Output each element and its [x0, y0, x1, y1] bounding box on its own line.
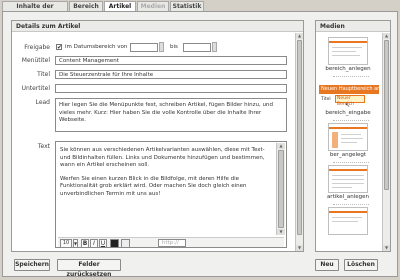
details-scroll-up-icon[interactable]: ▲ — [296, 33, 303, 39]
text-editor-content[interactable]: Sie können aus verschiedenen Artikelvari… — [60, 147, 274, 225]
thumb-line — [332, 47, 362, 48]
media-scrollbar[interactable]: ▲ ▼ — [382, 33, 390, 251]
media-scroll-thumb[interactable] — [384, 40, 389, 190]
media-panel-title: Medien — [316, 21, 390, 32]
font-size-dropdown-icon[interactable]: ▼ — [73, 239, 78, 247]
media-item-2[interactable]: Neuen Hauptbereich an Titel Neuer Bereic… — [319, 79, 379, 123]
tab-medien: Medien — [137, 1, 169, 11]
untertitel-label: Untertitel — [21, 85, 50, 92]
main-frame: Details zum Artikel Freigabe ✔ im Datums… — [2, 11, 398, 278]
lead-label: Lead — [35, 99, 50, 106]
media-list: bereich_anlegen Neuen Hauptbereich an Ti… — [319, 35, 379, 249]
tab-inhalte-der-webseite[interactable]: Inhalte der Webseite — [2, 1, 68, 20]
details-panel-title: Details zum Artikel — [12, 21, 303, 32]
text-toolbar: 10 ▼ B I U http:// — [58, 237, 284, 247]
details-scroll-down-icon[interactable]: ▼ — [296, 245, 303, 251]
media-item-label: bereich_eingabe — [325, 110, 371, 116]
tooltip-heading: Neuen Hauptbereich an — [319, 85, 379, 94]
thumb-line — [332, 183, 364, 184]
thumb-line — [341, 142, 357, 143]
text-color-button[interactable] — [110, 239, 119, 247]
date-to-input[interactable] — [183, 43, 211, 52]
tooltip-title-label: Titel — [321, 97, 331, 102]
media-thumbnail[interactable] — [328, 123, 368, 151]
bis-label: bis — [170, 44, 178, 50]
date-from-calendar-icon[interactable] — [159, 42, 164, 52]
media-panel: Medien bereich_anlegen Neuen Hauptbereic… — [315, 20, 391, 252]
bold-button[interactable]: B — [81, 239, 89, 247]
thumb-line — [332, 51, 356, 52]
italic-button[interactable]: I — [90, 239, 98, 247]
media-item-label: artikel_anlegen — [326, 194, 370, 200]
thumb-sidebar — [332, 132, 338, 148]
thumb-accent-bar — [329, 41, 367, 43]
cursor-icon: ↖ — [345, 102, 351, 109]
lead-text: Hier legen Sie die Menüpunkte fest, schr… — [59, 102, 273, 123]
thumb-line — [332, 179, 364, 180]
media-item-label: ber_angelegt — [329, 152, 367, 158]
thumb-accent-bar — [329, 127, 367, 129]
thumb-line — [332, 55, 360, 56]
details-panel: Details zum Artikel Freigabe ✔ im Datums… — [11, 20, 304, 252]
underline-button[interactable]: U — [99, 239, 107, 247]
scroll-up-icon[interactable]: ▲ — [277, 143, 285, 149]
delete-button[interactable]: Löschen — [344, 259, 378, 271]
save-button[interactable]: Speichern — [14, 259, 50, 271]
text-editor: Sie können aus verschiedenen Artikelvari… — [55, 141, 287, 248]
thumb-line — [332, 187, 352, 188]
thumb-line — [341, 138, 363, 139]
media-item-label: bereich_anlegen — [325, 66, 371, 72]
media-separator — [333, 120, 369, 121]
media-thumbnail[interactable] — [328, 165, 368, 193]
titel-label: Titel — [37, 71, 50, 78]
freigabe-checkbox[interactable]: ✔ — [56, 44, 62, 51]
details-scrollbar[interactable]: ▲ ▼ — [295, 33, 303, 251]
link-icon[interactable] — [121, 239, 130, 247]
thumb-line — [341, 134, 361, 135]
freigabe-label: Freigabe — [24, 44, 50, 51]
thumb-line — [332, 217, 362, 218]
titel-input[interactable]: Die Steuerzentrale für Ihre Inhalte — [55, 70, 287, 79]
media-thumbnail[interactable] — [328, 37, 368, 65]
link-url-input[interactable]: http:// — [158, 239, 186, 247]
tab-bereich[interactable]: Bereich — [69, 1, 103, 11]
media-scroll-down-icon[interactable]: ▼ — [383, 245, 390, 251]
tab-bar: Inhalte der Webseite Bereich Artikel Med… — [0, 0, 400, 20]
thumb-line — [332, 221, 358, 222]
scroll-down-icon[interactable]: ▼ — [277, 229, 285, 235]
tab-statistik[interactable]: Statistik — [170, 1, 204, 11]
media-separator — [333, 76, 369, 77]
thumb-accent-bar — [329, 169, 367, 171]
text-paragraph-1: Sie können aus verschiedenen Artikelvari… — [60, 147, 265, 168]
tab-artikel[interactable]: Artikel — [104, 1, 136, 11]
media-thumbnail[interactable] — [328, 207, 368, 235]
text-scrollbar[interactable]: ▲ ▼ — [276, 143, 285, 235]
untertitel-input[interactable] — [55, 84, 287, 93]
text-paragraph-2: Werfen Sie einen kurzen Blick in die Bil… — [60, 175, 247, 197]
menutitel-label: Menütitel — [21, 57, 50, 64]
font-size-select[interactable]: 10 — [60, 239, 72, 247]
text-scroll-thumb[interactable] — [278, 150, 284, 228]
reset-fields-button[interactable]: Felder zurücksetzen — [57, 259, 121, 278]
thumb-accent-bar — [329, 211, 367, 213]
date-to-calendar-icon[interactable] — [212, 42, 217, 52]
media-separator — [333, 204, 369, 205]
date-from-input[interactable] — [130, 43, 158, 52]
text-label: Text — [37, 143, 50, 150]
new-button[interactable]: Neu — [315, 259, 339, 271]
menutitel-input[interactable]: Content Management — [55, 56, 287, 65]
freigabe-text: im Datumsbereich von — [65, 44, 128, 50]
media-separator — [333, 162, 369, 163]
thumb-line — [332, 175, 364, 176]
media-scroll-up-icon[interactable]: ▲ — [383, 33, 390, 39]
lead-textarea[interactable]: Hier legen Sie die Menüpunkte fest, schr… — [55, 98, 287, 132]
details-scroll-thumb[interactable] — [297, 40, 302, 235]
